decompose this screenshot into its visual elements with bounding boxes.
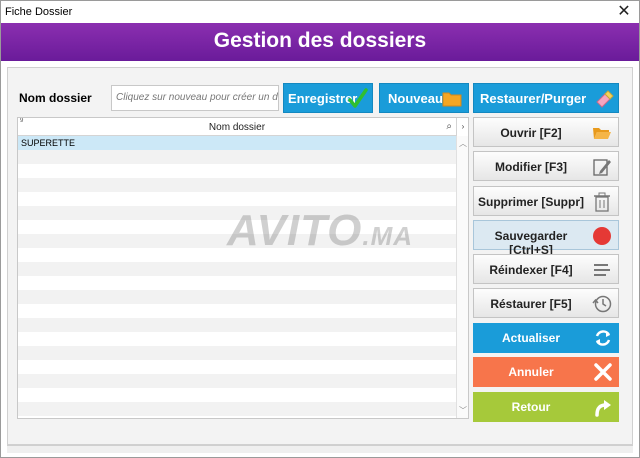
edit-icon bbox=[593, 159, 611, 176]
modify-button-label: Modifier [F3] bbox=[495, 160, 567, 174]
table-rows: SUPERETTE bbox=[18, 136, 456, 416]
delete-button-label: Supprimer [Suppr] bbox=[477, 195, 584, 209]
save-ctrl-s-label: Sauvegarder [Ctrl+S] bbox=[494, 229, 568, 257]
table-row[interactable] bbox=[18, 346, 456, 360]
page-title: Gestion des dossiers bbox=[213, 29, 427, 52]
save-ctrl-s-button[interactable]: Sauvegarder [Ctrl+S] bbox=[473, 220, 619, 257]
restore-button-label: Réstaurer [F5] bbox=[490, 297, 572, 311]
refresh-button[interactable]: Actualiser bbox=[473, 323, 619, 353]
history-icon bbox=[592, 295, 612, 313]
folder-name-label: Nom dossier bbox=[19, 91, 92, 105]
restore-purge-button[interactable]: Restaurer/Purger bbox=[473, 83, 619, 113]
status-bar bbox=[7, 445, 633, 453]
table-row[interactable] bbox=[18, 164, 456, 178]
folder-icon bbox=[442, 92, 462, 107]
reindex-button[interactable]: Réindexer [F4] bbox=[473, 254, 619, 284]
open-button[interactable]: Ouvrir [F2] bbox=[473, 117, 619, 147]
delete-button[interactable]: Supprimer [Suppr] bbox=[473, 186, 619, 216]
check-icon bbox=[348, 88, 368, 108]
restore-purge-label: Restaurer/Purger bbox=[480, 91, 587, 106]
x-icon bbox=[594, 363, 612, 381]
refresh-button-label: Actualiser bbox=[501, 331, 561, 345]
table-row[interactable]: SUPERETTE bbox=[18, 136, 456, 150]
back-button-label: Retour bbox=[511, 400, 551, 414]
back-button[interactable]: Retour bbox=[473, 392, 619, 422]
table-row[interactable] bbox=[18, 360, 456, 374]
column-chooser[interactable]: › bbox=[456, 118, 468, 136]
app-window: Fiche Dossier ✕ Gestion des dossiers Nom… bbox=[0, 0, 640, 458]
save-button-label: Enregistrer bbox=[288, 91, 358, 106]
header-banner: Gestion des dossiers bbox=[1, 23, 639, 61]
trash-icon bbox=[594, 192, 610, 212]
list-icon bbox=[594, 264, 610, 276]
table-row[interactable] bbox=[18, 388, 456, 402]
table-header: 9 Nom dossier ⌕ bbox=[18, 118, 456, 136]
eraser-icon bbox=[596, 90, 614, 108]
table-row[interactable] bbox=[18, 178, 456, 192]
table-row[interactable] bbox=[18, 374, 456, 388]
table-row[interactable] bbox=[18, 150, 456, 164]
title-bar: Fiche Dossier ✕ bbox=[1, 1, 639, 23]
table-row[interactable] bbox=[18, 318, 456, 332]
back-arrow-icon bbox=[595, 400, 611, 417]
open-button-label: Ouvrir [F2] bbox=[500, 126, 562, 140]
close-icon[interactable]: ✕ bbox=[615, 3, 633, 21]
watermark-text: AVITO bbox=[227, 206, 363, 255]
column-header-name[interactable]: Nom dossier bbox=[18, 122, 456, 133]
record-icon bbox=[593, 227, 611, 245]
watermark: AVITO.MA bbox=[227, 206, 413, 256]
folder-name-input[interactable]: Cliquez sur nouveau pour créer un do bbox=[111, 85, 279, 111]
folder-open-icon bbox=[593, 128, 611, 139]
new-button[interactable]: Nouveau bbox=[379, 83, 469, 113]
cancel-button[interactable]: Annuler bbox=[473, 357, 619, 387]
watermark-suffix: .MA bbox=[362, 221, 414, 251]
table-row[interactable] bbox=[18, 402, 456, 416]
scroll-up-icon[interactable]: ︿ bbox=[457, 138, 468, 150]
vertical-scrollbar[interactable]: ︿ ﹀ bbox=[456, 136, 468, 418]
restore-button[interactable]: Réstaurer [F5] bbox=[473, 288, 619, 318]
modify-button[interactable]: Modifier [F3] bbox=[473, 151, 619, 181]
folder-table: 9 Nom dossier ⌕ › SUPERETTE ︿ ﹀ bbox=[17, 117, 469, 419]
cancel-button-label: Annuler bbox=[508, 365, 554, 379]
table-row[interactable] bbox=[18, 304, 456, 318]
table-row[interactable] bbox=[18, 290, 456, 304]
search-icon[interactable]: ⌕ bbox=[446, 121, 452, 132]
save-button[interactable]: Enregistrer bbox=[283, 83, 373, 113]
table-row[interactable] bbox=[18, 192, 456, 206]
new-button-label: Nouveau bbox=[388, 91, 443, 106]
table-row[interactable] bbox=[18, 262, 456, 276]
window-title: Fiche Dossier bbox=[5, 6, 73, 18]
table-row[interactable] bbox=[18, 332, 456, 346]
scroll-down-icon[interactable]: ﹀ bbox=[457, 405, 468, 417]
reindex-button-label: Réindexer [F4] bbox=[489, 263, 573, 277]
refresh-icon bbox=[595, 330, 611, 346]
table-row[interactable] bbox=[18, 276, 456, 290]
